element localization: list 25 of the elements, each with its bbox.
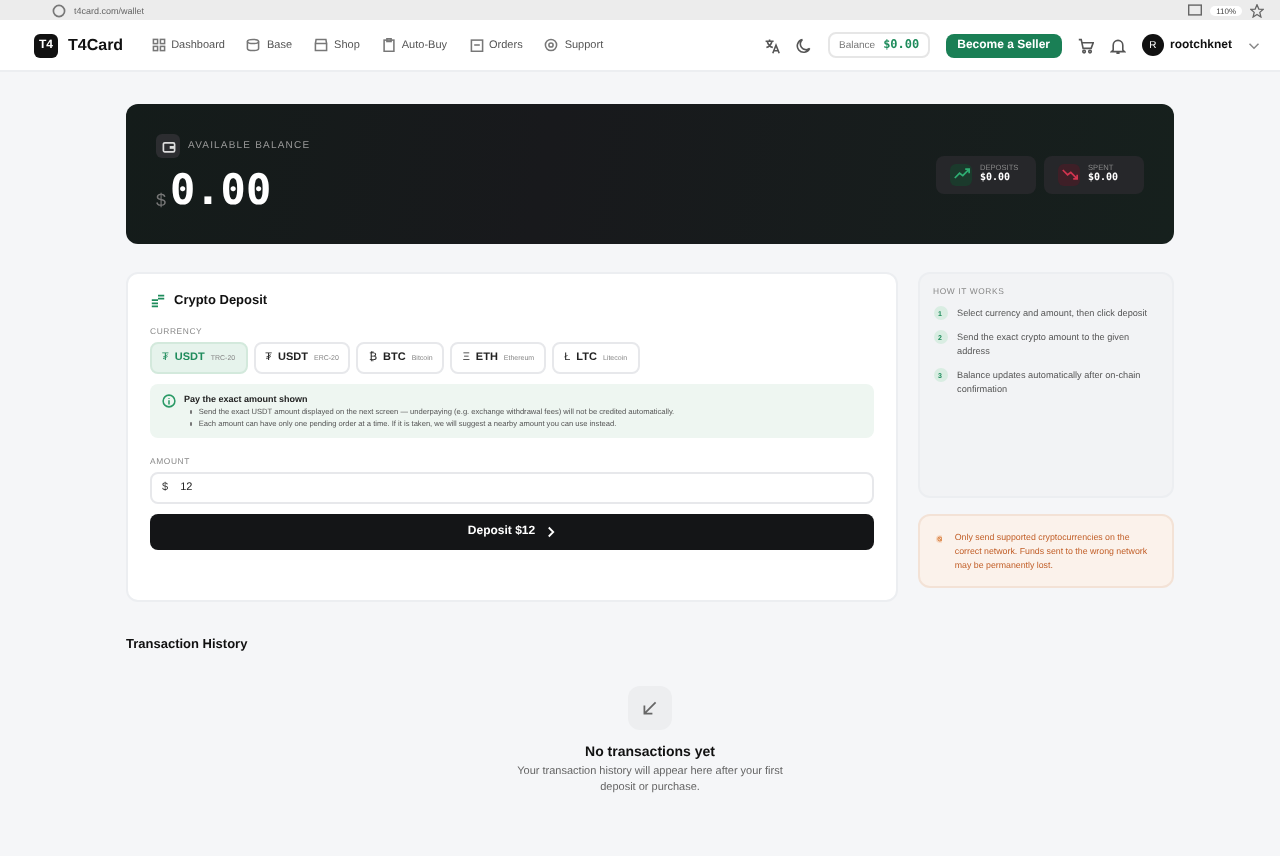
bell-icon[interactable] — [1109, 37, 1126, 53]
info-icon — [52, 3, 66, 17]
brand-name[interactable]: T4Card — [68, 36, 124, 54]
database-icon — [246, 38, 261, 52]
arrow-down-left-icon — [628, 686, 672, 730]
warning-icon — [935, 530, 943, 548]
currency-sign: $ — [156, 190, 167, 210]
chevron-right-icon — [545, 526, 556, 538]
store-icon — [314, 38, 329, 52]
chevron-down-icon[interactable] — [1248, 41, 1260, 49]
translate-icon[interactable] — [764, 37, 781, 53]
cart-icon[interactable] — [1077, 37, 1094, 53]
calendar-icon — [469, 38, 484, 52]
grid-icon — [151, 38, 166, 52]
clipboard-icon — [381, 38, 396, 52]
trend-up-icon — [950, 163, 972, 185]
star-icon[interactable] — [1250, 3, 1264, 17]
info-icon — [162, 394, 176, 408]
balance-amount: 0.00 — [170, 166, 272, 214]
moon-icon[interactable] — [796, 37, 813, 53]
lifebuoy-icon — [544, 38, 559, 52]
wallet-icon — [156, 134, 180, 158]
trend-down-icon — [1058, 163, 1080, 185]
coins-icon — [150, 294, 166, 308]
picture-icon[interactable] — [1188, 4, 1203, 16]
